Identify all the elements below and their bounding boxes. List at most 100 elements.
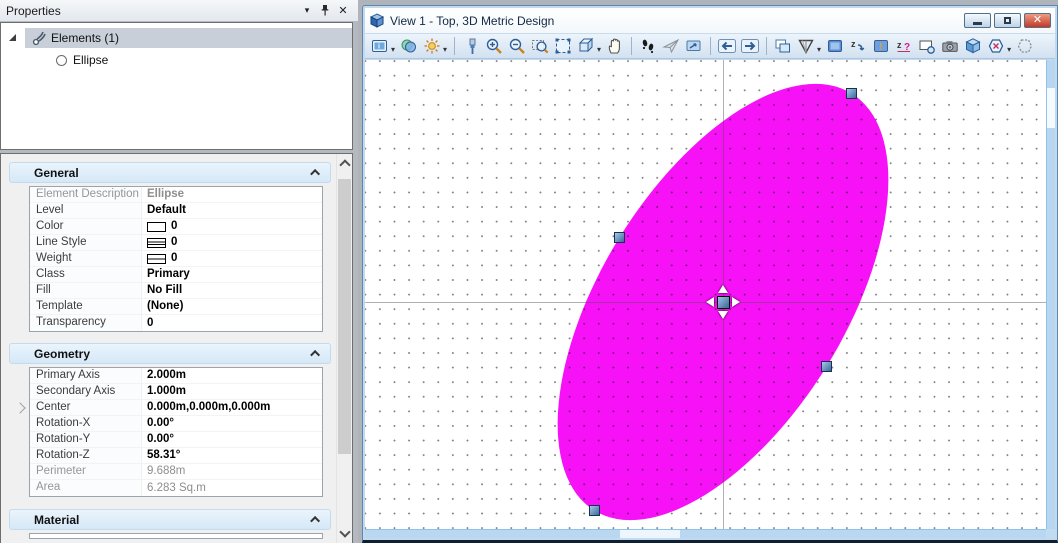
panel-scrollbar[interactable] — [336, 154, 352, 543]
show-active-depth-button[interactable]: z? — [894, 36, 914, 56]
property-row: Perimeter 9.688m — [30, 464, 322, 480]
vertical-axis-line — [722, 60, 724, 529]
close-icon: ✕ — [1032, 14, 1043, 26]
window-area-button[interactable] — [530, 36, 550, 56]
properties-titlebar: Properties ▾ ✕ — [0, 0, 358, 22]
section-header-geometry[interactable]: Geometry — [9, 343, 331, 364]
property-row: Secondary Axis 1.000m — [30, 384, 322, 400]
show-display-depth-button[interactable]: ! — [871, 36, 891, 56]
property-row: Area 6.283 Sq.m — [30, 480, 322, 496]
section-title: Geometry — [34, 346, 91, 361]
general-table: Element Description Ellipse Level Default … — [29, 186, 323, 332]
ellipse-handle-top[interactable] — [846, 88, 858, 100]
view-next-button[interactable] — [740, 36, 760, 56]
tree-expanded-icon[interactable] — [9, 34, 16, 41]
scroll-down-icon[interactable] — [339, 526, 351, 538]
view-vertical-scrollbar[interactable] — [1046, 60, 1055, 529]
close-button[interactable]: ✕ — [1024, 13, 1051, 28]
drawing-canvas[interactable] — [365, 60, 1046, 529]
tree-row-ellipse[interactable]: Ellipse — [1, 49, 352, 71]
property-row: Template (None) — [30, 299, 322, 315]
ellipse-handle-right[interactable] — [821, 360, 833, 372]
tree-row-elements[interactable]: Elements (1) — [1, 27, 352, 49]
view-window: View 1 - Top, 3D Metric Design ✕ i ▾ ▾ ▾… — [362, 5, 1058, 543]
line-style-swatch[interactable] — [147, 237, 166, 248]
scrollbar-thumb[interactable] — [620, 530, 680, 538]
scroll-up-icon[interactable] — [339, 159, 351, 171]
view-titlebar[interactable]: View 1 - Top, 3D Metric Design ✕ — [365, 8, 1055, 33]
move-arrow-right-icon — [732, 297, 740, 307]
view-previous-button[interactable] — [717, 36, 737, 56]
section-header-material[interactable]: Material — [9, 509, 331, 530]
copy-view-button[interactable] — [773, 36, 793, 56]
toolbar-separator — [454, 37, 456, 55]
property-row: Transparency 0 — [30, 315, 322, 331]
navigate-view-button[interactable] — [684, 36, 704, 56]
tree-label-elements: Elements (1) — [51, 31, 120, 45]
zoom-out-button[interactable] — [507, 36, 527, 56]
property-row: Color 0 — [30, 219, 322, 235]
fit-view-button[interactable] — [553, 36, 573, 56]
chevron-down-icon[interactable]: ▾ — [443, 45, 447, 54]
clip-mask-button[interactable] — [825, 36, 845, 56]
render-view-button[interactable] — [963, 36, 983, 56]
clip-volume-tools-button[interactable] — [986, 36, 1006, 56]
property-sections: General Element Description Ellipse Level… — [0, 153, 353, 543]
set-active-depth-button[interactable]: z — [848, 36, 868, 56]
update-view-button[interactable] — [461, 36, 481, 56]
minimize-button[interactable] — [964, 13, 991, 28]
minimize-icon — [973, 21, 982, 25]
view-title: View 1 - Top, 3D Metric Design — [390, 13, 555, 28]
section-title: Material — [34, 512, 80, 527]
pin-button[interactable] — [316, 3, 334, 19]
scrollbar-corner — [1046, 529, 1055, 538]
chevron-down-icon[interactable]: ▾ — [597, 45, 601, 54]
rotate-view-button[interactable] — [576, 36, 596, 56]
walk-button[interactable] — [638, 36, 658, 56]
saved-views-button[interactable] — [917, 36, 937, 56]
ellipse-center-move-handle[interactable] — [716, 295, 730, 309]
ellipse-handle-left[interactable] — [613, 232, 625, 244]
property-row: Primary Axis 2.000m — [30, 368, 322, 384]
ellipse-handle-bottom[interactable] — [588, 504, 600, 516]
view-cube-icon — [369, 12, 385, 28]
restore-button[interactable] — [994, 13, 1021, 28]
panel-close-button[interactable]: ✕ — [334, 3, 352, 19]
property-row: Element Description Ellipse — [30, 187, 322, 203]
section-clip-button[interactable] — [1015, 36, 1035, 56]
property-row: Rotation-X 0.00° — [30, 416, 322, 432]
view-horizontal-scrollbar[interactable] — [365, 529, 1046, 538]
pin-icon — [321, 5, 329, 16]
toolbar-separator — [766, 37, 768, 55]
property-row: Level Default — [30, 203, 322, 219]
property-row-center: Center 0.000m,0.000m,0.000m — [14, 400, 322, 416]
zoom-in-button[interactable] — [484, 36, 504, 56]
chevron-down-icon[interactable]: ▾ — [1007, 45, 1011, 54]
svg-text:z: z — [897, 40, 902, 50]
scrollbar-thumb[interactable] — [1047, 88, 1055, 128]
adjust-brightness-button[interactable] — [422, 36, 442, 56]
property-row: Line Style 0 — [30, 235, 322, 251]
clip-volume-button[interactable] — [796, 36, 816, 56]
panel-menu-button[interactable]: ▾ — [298, 3, 316, 19]
property-row: Rotation-Y 0.00° — [30, 432, 322, 448]
toolbar-separator — [631, 37, 633, 55]
elements-tree: Elements (1) Ellipse — [0, 22, 353, 150]
fly-button[interactable] — [661, 36, 681, 56]
scrollbar-thumb[interactable] — [338, 179, 351, 454]
pan-view-button[interactable] — [605, 36, 625, 56]
property-row: Rotation-Z 58.31° — [30, 448, 322, 464]
camera-settings-button[interactable] — [940, 36, 960, 56]
weight-swatch[interactable] — [147, 253, 166, 264]
section-header-general[interactable]: General — [9, 162, 331, 183]
view-attributes-button[interactable]: i — [370, 36, 390, 56]
material-table — [29, 533, 323, 539]
display-style-button[interactable] — [399, 36, 419, 56]
elements-icon — [31, 30, 47, 46]
color-swatch[interactable] — [147, 221, 166, 232]
geometry-table: Primary Axis 2.000m Secondary Axis 1.000m … — [14, 367, 323, 497]
chevron-down-icon[interactable]: ▾ — [817, 45, 821, 54]
chevron-down-icon[interactable]: ▾ — [391, 45, 395, 54]
svg-text:i: i — [378, 44, 380, 51]
expand-chevron-icon[interactable] — [14, 402, 26, 414]
